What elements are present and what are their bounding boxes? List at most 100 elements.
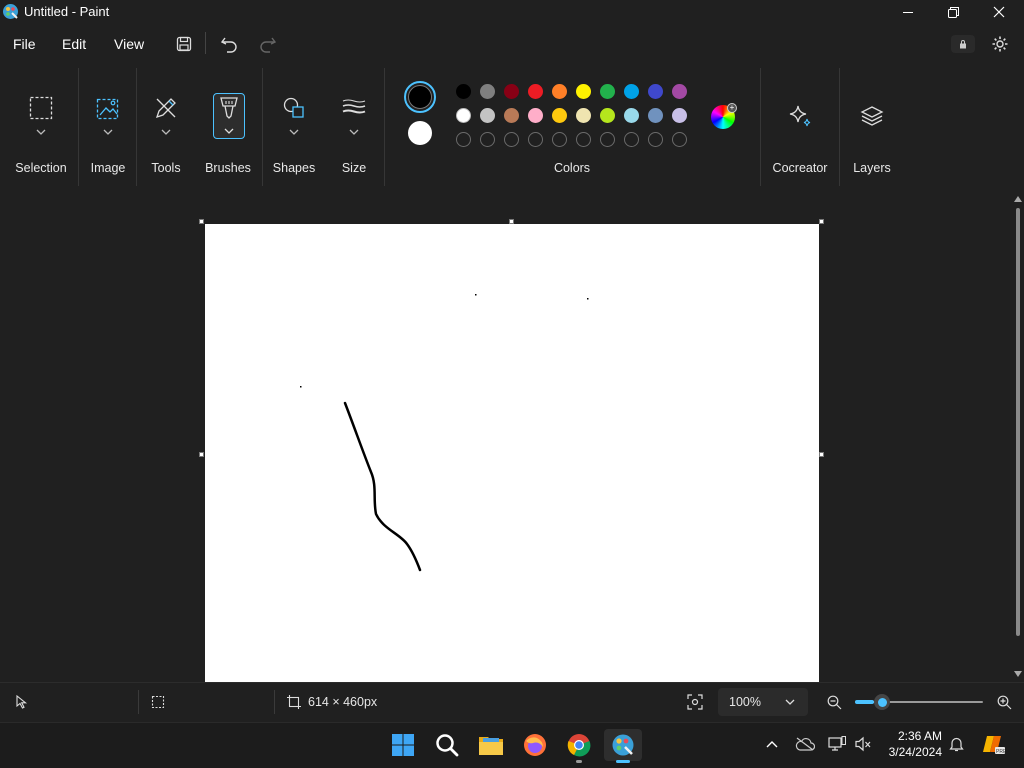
paint-taskbar-button[interactable] xyxy=(604,729,642,761)
sparkle-icon xyxy=(789,105,811,127)
color-swatch[interactable] xyxy=(528,108,543,123)
menu-bar: File Edit View xyxy=(0,24,1024,64)
custom-color-slot[interactable] xyxy=(648,132,663,147)
color-swatch[interactable] xyxy=(624,84,639,99)
color-swatch[interactable] xyxy=(624,108,639,123)
close-button[interactable] xyxy=(976,0,1022,24)
custom-color-slot[interactable] xyxy=(504,132,519,147)
color-swatch[interactable] xyxy=(672,84,687,99)
resize-handle-left[interactable] xyxy=(199,452,204,457)
resize-handle-top-left[interactable] xyxy=(199,219,204,224)
start-button[interactable] xyxy=(387,729,419,761)
color-swatch[interactable] xyxy=(504,84,519,99)
custom-color-slot[interactable] xyxy=(624,132,639,147)
primary-color-swatch xyxy=(408,85,432,109)
color-swatch[interactable] xyxy=(576,108,591,123)
drawing-canvas[interactable] xyxy=(205,224,819,682)
custom-color-slot[interactable] xyxy=(456,132,471,147)
custom-color-slot[interactable] xyxy=(552,132,567,147)
chevron-down-icon xyxy=(224,128,234,134)
group-label-tools: Tools xyxy=(151,161,181,175)
save-button[interactable] xyxy=(170,30,198,58)
menu-view[interactable]: View xyxy=(114,36,144,52)
menu-edit[interactable]: Edit xyxy=(62,36,86,52)
copilot-button[interactable]: PRE xyxy=(980,732,1006,756)
size-tool[interactable] xyxy=(334,88,374,144)
volume-button[interactable] xyxy=(852,734,874,754)
tools-tool[interactable] xyxy=(144,88,188,144)
file-explorer-button[interactable] xyxy=(475,729,507,761)
color-swatch[interactable] xyxy=(480,108,495,123)
group-label-cocreator: Cocreator xyxy=(772,161,828,175)
selection-tool[interactable] xyxy=(16,88,66,144)
undo-button[interactable] xyxy=(215,30,243,58)
show-hidden-icons-button[interactable] xyxy=(762,734,782,754)
custom-color-slot[interactable] xyxy=(672,132,687,147)
color-swatch[interactable] xyxy=(480,84,495,99)
primary-color-button[interactable] xyxy=(404,81,436,113)
firefox-button[interactable] xyxy=(519,729,551,761)
brushes-tool[interactable] xyxy=(213,93,245,139)
zoom-slider-thumb[interactable] xyxy=(874,694,891,710)
lock-icon xyxy=(960,40,966,49)
ribbon-separator xyxy=(78,68,79,186)
cloud-off-icon xyxy=(795,737,815,751)
fit-to-window-button[interactable] xyxy=(682,690,708,714)
settings-button[interactable] xyxy=(986,30,1014,58)
zoom-out-button[interactable] xyxy=(824,692,844,712)
color-swatch[interactable] xyxy=(600,84,615,99)
notifications-button[interactable] xyxy=(946,734,966,754)
menu-file[interactable]: File xyxy=(13,36,36,52)
search-button[interactable] xyxy=(431,729,463,761)
network-button[interactable] xyxy=(826,734,848,754)
color-swatch[interactable] xyxy=(576,84,591,99)
scrollbar-thumb[interactable] xyxy=(1016,208,1020,636)
color-swatch[interactable] xyxy=(504,108,519,123)
zoom-in-button[interactable] xyxy=(994,692,1014,712)
resize-handle-top-right[interactable] xyxy=(819,219,824,224)
chevron-down-icon xyxy=(349,129,359,135)
zoom-slider-fill xyxy=(855,700,875,704)
custom-color-slot[interactable] xyxy=(600,132,615,147)
color-swatch[interactable] xyxy=(552,84,567,99)
zoom-out-icon xyxy=(827,695,841,709)
custom-color-slot[interactable] xyxy=(480,132,495,147)
onedrive-button[interactable] xyxy=(794,734,816,754)
account-button[interactable] xyxy=(951,35,975,53)
color-swatch[interactable] xyxy=(648,108,663,123)
image-tool[interactable] xyxy=(86,88,130,144)
color-swatch[interactable] xyxy=(456,108,471,123)
secondary-color-button[interactable] xyxy=(406,119,434,147)
redo-button[interactable] xyxy=(254,30,282,58)
clock-time[interactable]: 2:36 AM xyxy=(872,729,942,743)
vertical-scrollbar[interactable] xyxy=(1012,192,1024,682)
color-swatch[interactable] xyxy=(648,84,663,99)
chrome-button[interactable] xyxy=(563,729,595,761)
resize-handle-right[interactable] xyxy=(819,452,824,457)
undo-icon xyxy=(220,37,237,53)
layers-button[interactable] xyxy=(852,96,892,136)
restore-button[interactable] xyxy=(930,0,976,24)
group-label-size: Size xyxy=(341,161,367,175)
color-swatch[interactable] xyxy=(600,108,615,123)
zoom-dropdown[interactable]: 100% xyxy=(718,688,808,716)
clock-date[interactable]: 3/24/2024 xyxy=(872,745,942,759)
color-swatch[interactable] xyxy=(552,108,567,123)
zoom-slider[interactable] xyxy=(855,694,983,710)
custom-color-slot[interactable] xyxy=(528,132,543,147)
search-icon xyxy=(436,734,459,757)
edit-colors-button[interactable]: + xyxy=(711,103,737,129)
shapes-tool[interactable] xyxy=(272,88,316,144)
group-label-brushes: Brushes xyxy=(205,161,251,175)
cocreator-button[interactable] xyxy=(780,96,820,136)
color-swatch[interactable] xyxy=(528,84,543,99)
color-swatch[interactable] xyxy=(456,84,471,99)
chrome-icon xyxy=(567,734,591,757)
zoom-in-icon xyxy=(997,695,1011,709)
minimize-button[interactable] xyxy=(885,0,931,24)
plus-icon: + xyxy=(727,103,737,113)
custom-color-slot[interactable] xyxy=(576,132,591,147)
resize-handle-top[interactable] xyxy=(509,219,514,224)
secondary-color-swatch xyxy=(408,121,432,145)
color-swatch[interactable] xyxy=(672,108,687,123)
